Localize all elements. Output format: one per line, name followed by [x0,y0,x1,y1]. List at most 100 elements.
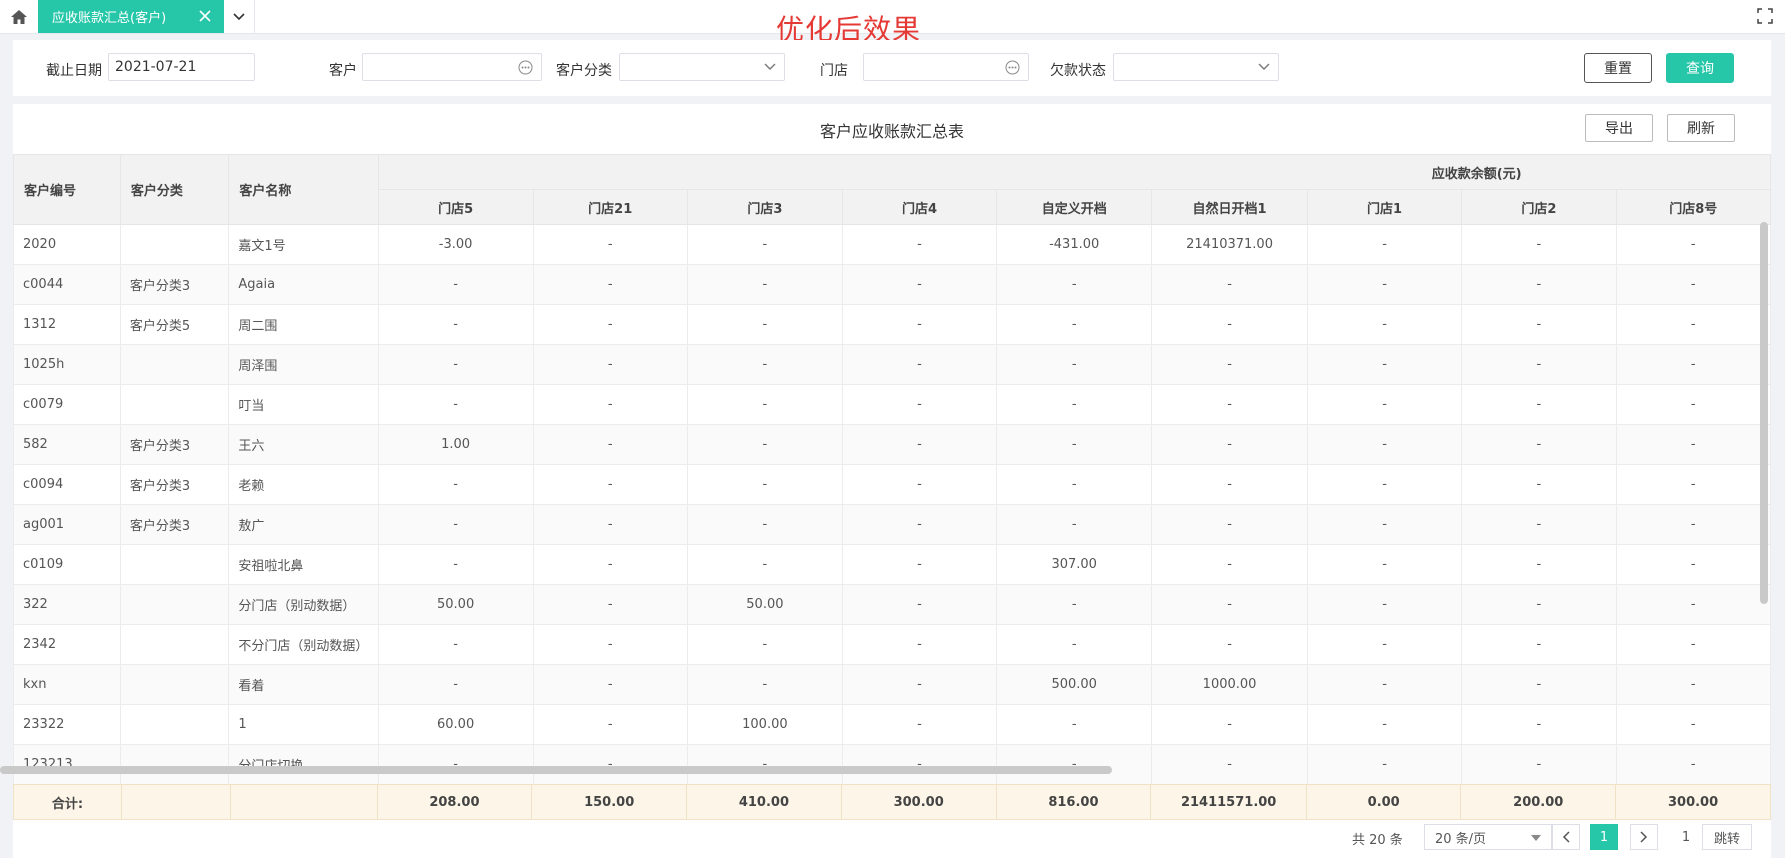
cell-balance: - [841,424,998,465]
cell-balance: - [996,744,1153,784]
cell-balance: - [1306,224,1463,265]
cell-balance: - [532,544,688,585]
cell-balance: - [841,304,998,345]
table-row[interactable]: 2020 嘉文1号 -3.00- - - -431.00 21410371.00- - - [13,224,1771,265]
cell-balance: - [1615,304,1771,345]
vertical-scrollbar[interactable] [1760,222,1768,604]
cell-balance: - [1615,504,1771,545]
table-row[interactable]: 582 客户分类3 王六 1.00- - - - - - - - [13,424,1771,465]
totals-bar: 合计: 208.00 150.00 410.00 300.00 816.00 214115… [12,784,1771,820]
cell-customer-code: 123213 [13,744,121,784]
cell-customer-code: 582 [13,424,121,465]
table-row[interactable]: 123213分门店切换--------- [13,744,1771,784]
more-icon[interactable] [518,60,533,75]
table-row[interactable]: kxn 看着 - - - -500.00 1000.00- - - [13,664,1771,705]
report-panel: 客户应收账款汇总表 导出 刷新 客户编号 客户分类 客户名称 应收款余额(元) … [13,104,1771,858]
pagination-total: 共 20 条 [1352,833,1403,848]
cell-balance: 21410371.00 [1151,224,1308,265]
cell-customer-code: c0079 [13,384,121,425]
table-row[interactable]: 1025h 周泽围 - - - - - - - - - [13,344,1771,385]
cell-balance: - [1615,464,1771,505]
header-store-0[interactable]: 门店5 [377,189,534,225]
cell-balance: - [686,544,843,585]
tab-bar: 应收账款汇总(客户) 优化后效果 [0,0,1785,46]
header-store-4[interactable]: 自定义开档 [996,189,1153,225]
table-row[interactable]: c0079 叮当 - - - - - - - - - [13,384,1771,425]
header-store-5[interactable]: 自然日开档1 [1151,189,1308,225]
header-store-2[interactable]: 门店3 [686,189,843,225]
table-row[interactable]: c0109 安祖啦北鼻 - - - -307.00- - - - [13,544,1771,585]
cell-balance: - [377,464,534,505]
tab-dropdown-button[interactable] [224,0,255,33]
cell-balance: - [1461,664,1617,705]
cell-balance: - [1461,704,1617,745]
header-store-6[interactable]: 门店1 [1306,189,1463,225]
cell-balance: - [841,624,998,665]
header-customer-category[interactable]: 客户分类 [119,154,230,225]
horizontal-scrollbar[interactable] [0,766,1112,774]
total-store-0: 208.00 [376,784,533,820]
page-1-button[interactable]: 1 [1590,824,1618,850]
cell-balance: - [686,424,843,465]
store-input[interactable] [863,53,1029,81]
cell-balance: - [841,584,998,625]
fullscreen-icon [1757,8,1773,24]
cell-customer-name: 看着 [228,664,379,705]
header-customer-name[interactable]: 客户名称 [228,154,379,225]
cell-customer-code: 322 [13,584,121,625]
debt-status-select[interactable] [1113,53,1279,81]
filter-bar: 截止日期 2021-07-21 客户 客户分类 门店 欠款状态 重置 查询 [13,40,1771,96]
more-icon[interactable] [1005,60,1020,75]
cell-balance: - [996,264,1153,305]
customer-category-select[interactable] [619,53,785,81]
cell-balance: - [1306,544,1463,585]
cell-balance: - [841,744,998,784]
table-row[interactable]: 322 分门店（别动数据） 50.00-50.00- - - - - - [13,584,1771,625]
cell-customer-name: 周泽围 [228,344,379,385]
next-page-button[interactable] [1630,824,1658,850]
tab-receivables-summary[interactable]: 应收账款汇总(客户) [38,0,224,33]
cell-balance: - [1151,344,1308,385]
table-row[interactable]: 1312 客户分类5 周二围 - - - - - - - - - [13,304,1771,345]
header-customer-code[interactable]: 客户编号 [13,154,121,225]
table-row[interactable]: 2342 不分门店（别动数据） - - - - - - - - - [13,624,1771,665]
cell-customer-name: 敖广 [228,504,379,545]
jump-button[interactable]: 跳转 [1702,824,1752,850]
refresh-button[interactable]: 刷新 [1667,114,1735,142]
export-button[interactable]: 导出 [1585,114,1653,142]
cell-balance: - [1461,264,1617,305]
cell-balance: - [841,704,998,745]
header-store-7[interactable]: 门店2 [1461,189,1617,225]
cell-balance: - [1461,304,1617,345]
table-row[interactable]: ag001 客户分类3 敖广 - - - - - - - - - [13,504,1771,545]
cell-balance: - [377,264,534,305]
tab-close-button[interactable] [196,7,214,25]
header-store-1[interactable]: 门店21 [532,189,688,225]
reset-button[interactable]: 重置 [1584,53,1652,83]
cell-customer-category: 客户分类3 [119,264,230,305]
cell-balance: - [1615,264,1771,305]
page-size-select[interactable]: 20 条/页 [1424,824,1552,850]
table-row[interactable]: c0094 客户分类3 老赖 - - - - - - - - - [13,464,1771,505]
date-field[interactable]: 2021-07-21 [108,53,255,81]
cell-balance: - [1461,744,1617,784]
fullscreen-button[interactable] [1757,8,1775,26]
header-store-8[interactable]: 门店8号 [1615,189,1771,225]
cell-balance: - [1306,344,1463,385]
prev-page-button[interactable] [1552,824,1580,850]
cell-customer-code: c0109 [13,544,121,585]
table-row[interactable]: 23322 1 60.00-100.00- - - - - - [13,704,1771,745]
query-button[interactable]: 查询 [1666,53,1734,83]
header-store-3[interactable]: 门店4 [841,189,998,225]
table-row[interactable]: c0044 客户分类3 Agaia - - - - - - - - - [13,264,1771,305]
jump-page-input[interactable]: 1 [1672,824,1700,850]
cell-customer-code: 1025h [13,344,121,385]
customer-category-label: 客户分类 [556,63,612,79]
customer-input[interactable] [362,53,542,81]
cell-balance: - [1306,424,1463,465]
home-button[interactable] [0,0,39,33]
home-icon [11,9,27,24]
cell-customer-category [119,344,230,385]
cell-balance: - [1151,384,1308,425]
cell-customer-category [119,624,230,665]
